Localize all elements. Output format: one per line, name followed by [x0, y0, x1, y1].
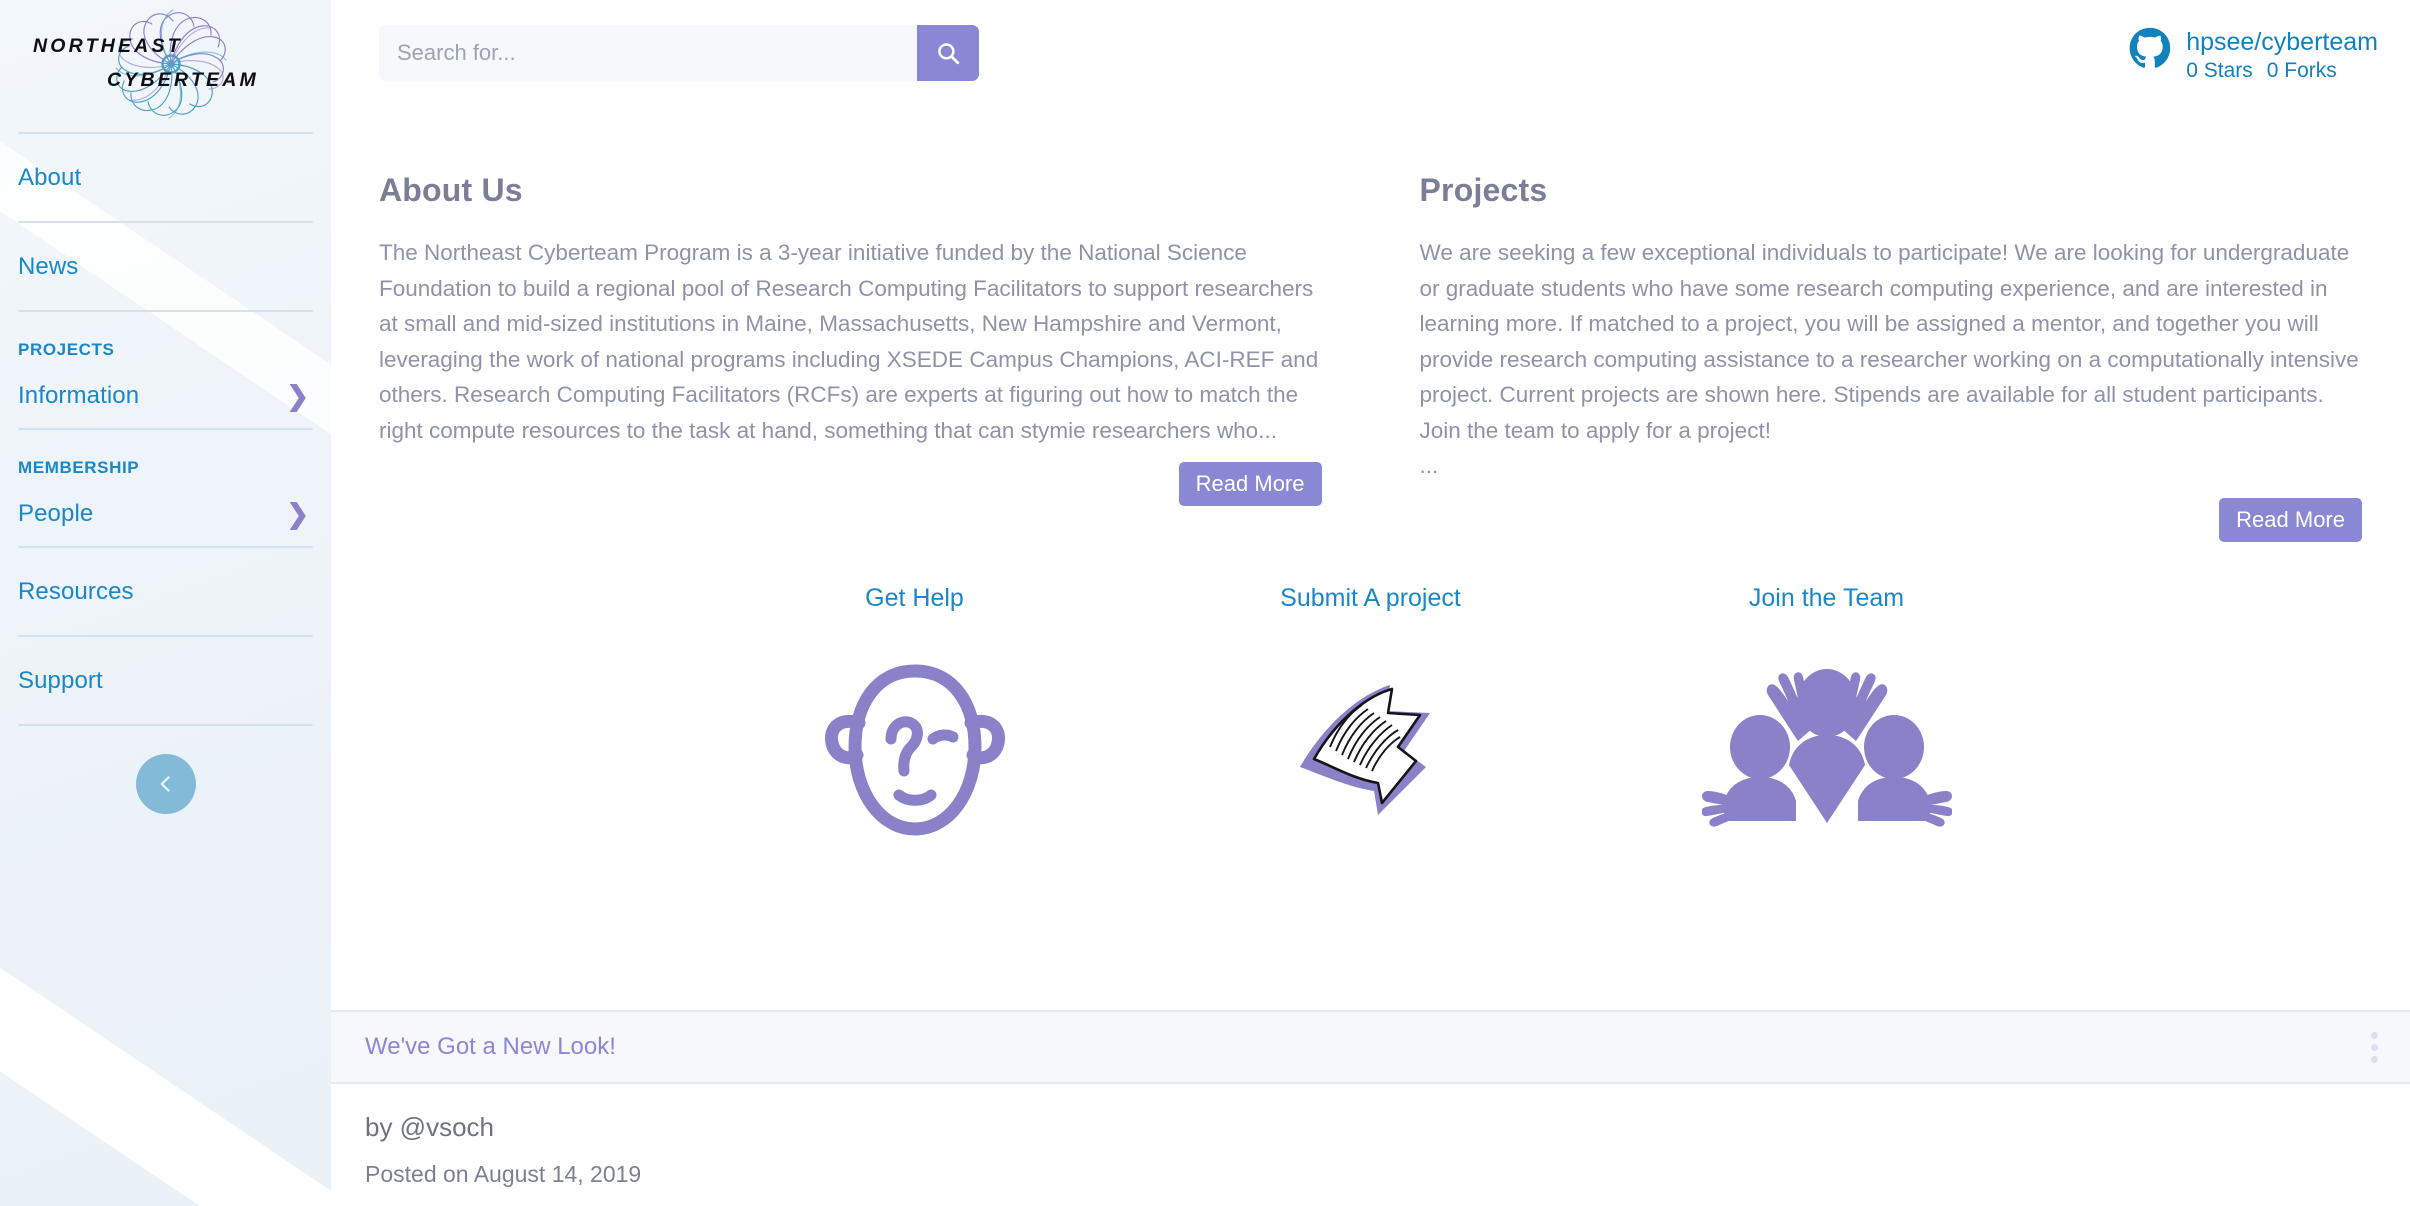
- projects-body-ellipsis: ...: [1419, 453, 1439, 478]
- sidebar-item-label: About: [18, 163, 82, 191]
- northeast-cyberteam-logo-icon: NORTHEAST CYBERTEAM: [33, 8, 259, 119]
- sidebar-item-label: People: [18, 500, 94, 527]
- projects-readmore-row: Read More: [1420, 497, 2362, 542]
- chevron-right-icon: ❯: [286, 380, 309, 411]
- people-group-icon: [1701, 643, 1952, 858]
- sidebar-collapse-wrap: [0, 726, 331, 814]
- sidebar-item-about[interactable]: About: [0, 134, 331, 221]
- projects-title: Projects: [1419, 172, 1548, 208]
- question-face-icon: [815, 643, 1015, 858]
- sidebar-group-projects: PROJECTS: [18, 340, 115, 359]
- news-post-header: We've Got a New Look!: [331, 1012, 2410, 1084]
- site-logo[interactable]: NORTHEAST CYBERTEAM: [0, 0, 331, 132]
- github-icon: [2128, 27, 2172, 71]
- about-title: About Us: [379, 172, 523, 208]
- sidebar-item-label: News: [18, 252, 79, 280]
- sidebar-item-people[interactable]: People ❯: [0, 482, 331, 546]
- github-repo-link[interactable]: hpsee/cyberteam 0 Stars 0 Forks: [2128, 25, 2378, 85]
- sidebar-item-support[interactable]: Support: [0, 637, 331, 724]
- github-stats: 0 Stars 0 Forks: [2186, 58, 2378, 84]
- github-text: hpsee/cyberteam 0 Stars 0 Forks: [2186, 27, 2378, 85]
- about-column: About Us The Northeast Cyberteam Program…: [379, 172, 1322, 542]
- sidebar-item-news[interactable]: News: [0, 223, 331, 310]
- action-label: Get Help: [865, 583, 964, 612]
- news-post-date: Posted on August 14, 2019: [365, 1161, 642, 1187]
- action-label: Submit A project: [1280, 583, 1461, 612]
- github-forks: 0 Forks: [2266, 59, 2337, 83]
- about-read-more-button[interactable]: Read More: [1178, 462, 1322, 506]
- sidebar-light-streak-bottom: [0, 745, 331, 1206]
- news-post-card: We've Got a New Look! by @vsoch Posted o…: [331, 1010, 2410, 1206]
- search-bar: [379, 25, 979, 81]
- sidebar-item-information[interactable]: Information ❯: [0, 364, 331, 428]
- search-button[interactable]: [917, 25, 979, 81]
- sidebar-item-label: Support: [18, 666, 103, 694]
- projects-read-more-button[interactable]: Read More: [2219, 497, 2362, 542]
- github-stars: 0 Stars: [2186, 59, 2253, 83]
- top-header: hpsee/cyberteam 0 Stars 0 Forks: [331, 0, 2410, 112]
- projects-body: We are seeking a few exceptional individ…: [1419, 240, 2359, 443]
- action-label: Join the Team: [1748, 583, 1905, 612]
- main-content: hpsee/cyberteam 0 Stars 0 Forks About Us…: [331, 0, 2410, 1206]
- sidebar-group-membership: MEMBERSHIP: [18, 458, 140, 477]
- about-readmore-row: Read More: [379, 462, 1322, 506]
- quick-actions: Get Help Submit A project Join the Team: [331, 542, 2410, 858]
- page-root: NORTHEAST CYBERTEAM About News PROJECTS …: [0, 0, 2410, 1206]
- kebab-menu-icon[interactable]: [2365, 1026, 2384, 1069]
- sidebar: NORTHEAST CYBERTEAM About News PROJECTS …: [0, 0, 331, 1206]
- intro-columns: About Us The Northeast Cyberteam Program…: [331, 112, 2410, 542]
- about-body: The Northeast Cyberteam Program is a 3-y…: [379, 240, 1319, 443]
- chevron-right-icon: ❯: [286, 498, 309, 529]
- sidebar-item-resources[interactable]: Resources: [0, 548, 331, 635]
- document-arrow-icon: [1278, 643, 1463, 858]
- logo-wordmark-northeast: NORTHEAST: [33, 35, 183, 57]
- sidebar-item-label: Resources: [18, 577, 134, 605]
- action-get-help[interactable]: Get Help: [715, 584, 1115, 858]
- news-post-title[interactable]: We've Got a New Look!: [365, 1033, 616, 1061]
- sidebar-item-label: Information: [18, 382, 140, 409]
- projects-column: Projects We are seeking a few exceptiona…: [1419, 172, 2362, 542]
- github-repo-name: hpsee/cyberteam: [2186, 28, 2378, 56]
- news-post-body: by @vsoch Posted on August 14, 2019: [331, 1084, 2410, 1188]
- search-icon: [938, 43, 960, 65]
- action-submit-project[interactable]: Submit A project: [1171, 584, 1571, 858]
- sidebar-collapse-button[interactable]: [135, 754, 196, 814]
- chevron-left-icon: [160, 776, 170, 792]
- news-post-author: by @vsoch: [365, 1112, 494, 1142]
- search-input[interactable]: [379, 25, 917, 81]
- action-join-team[interactable]: Join the Team: [1627, 584, 2027, 858]
- logo-wordmark-cyberteam: CYBERTEAM: [107, 69, 259, 91]
